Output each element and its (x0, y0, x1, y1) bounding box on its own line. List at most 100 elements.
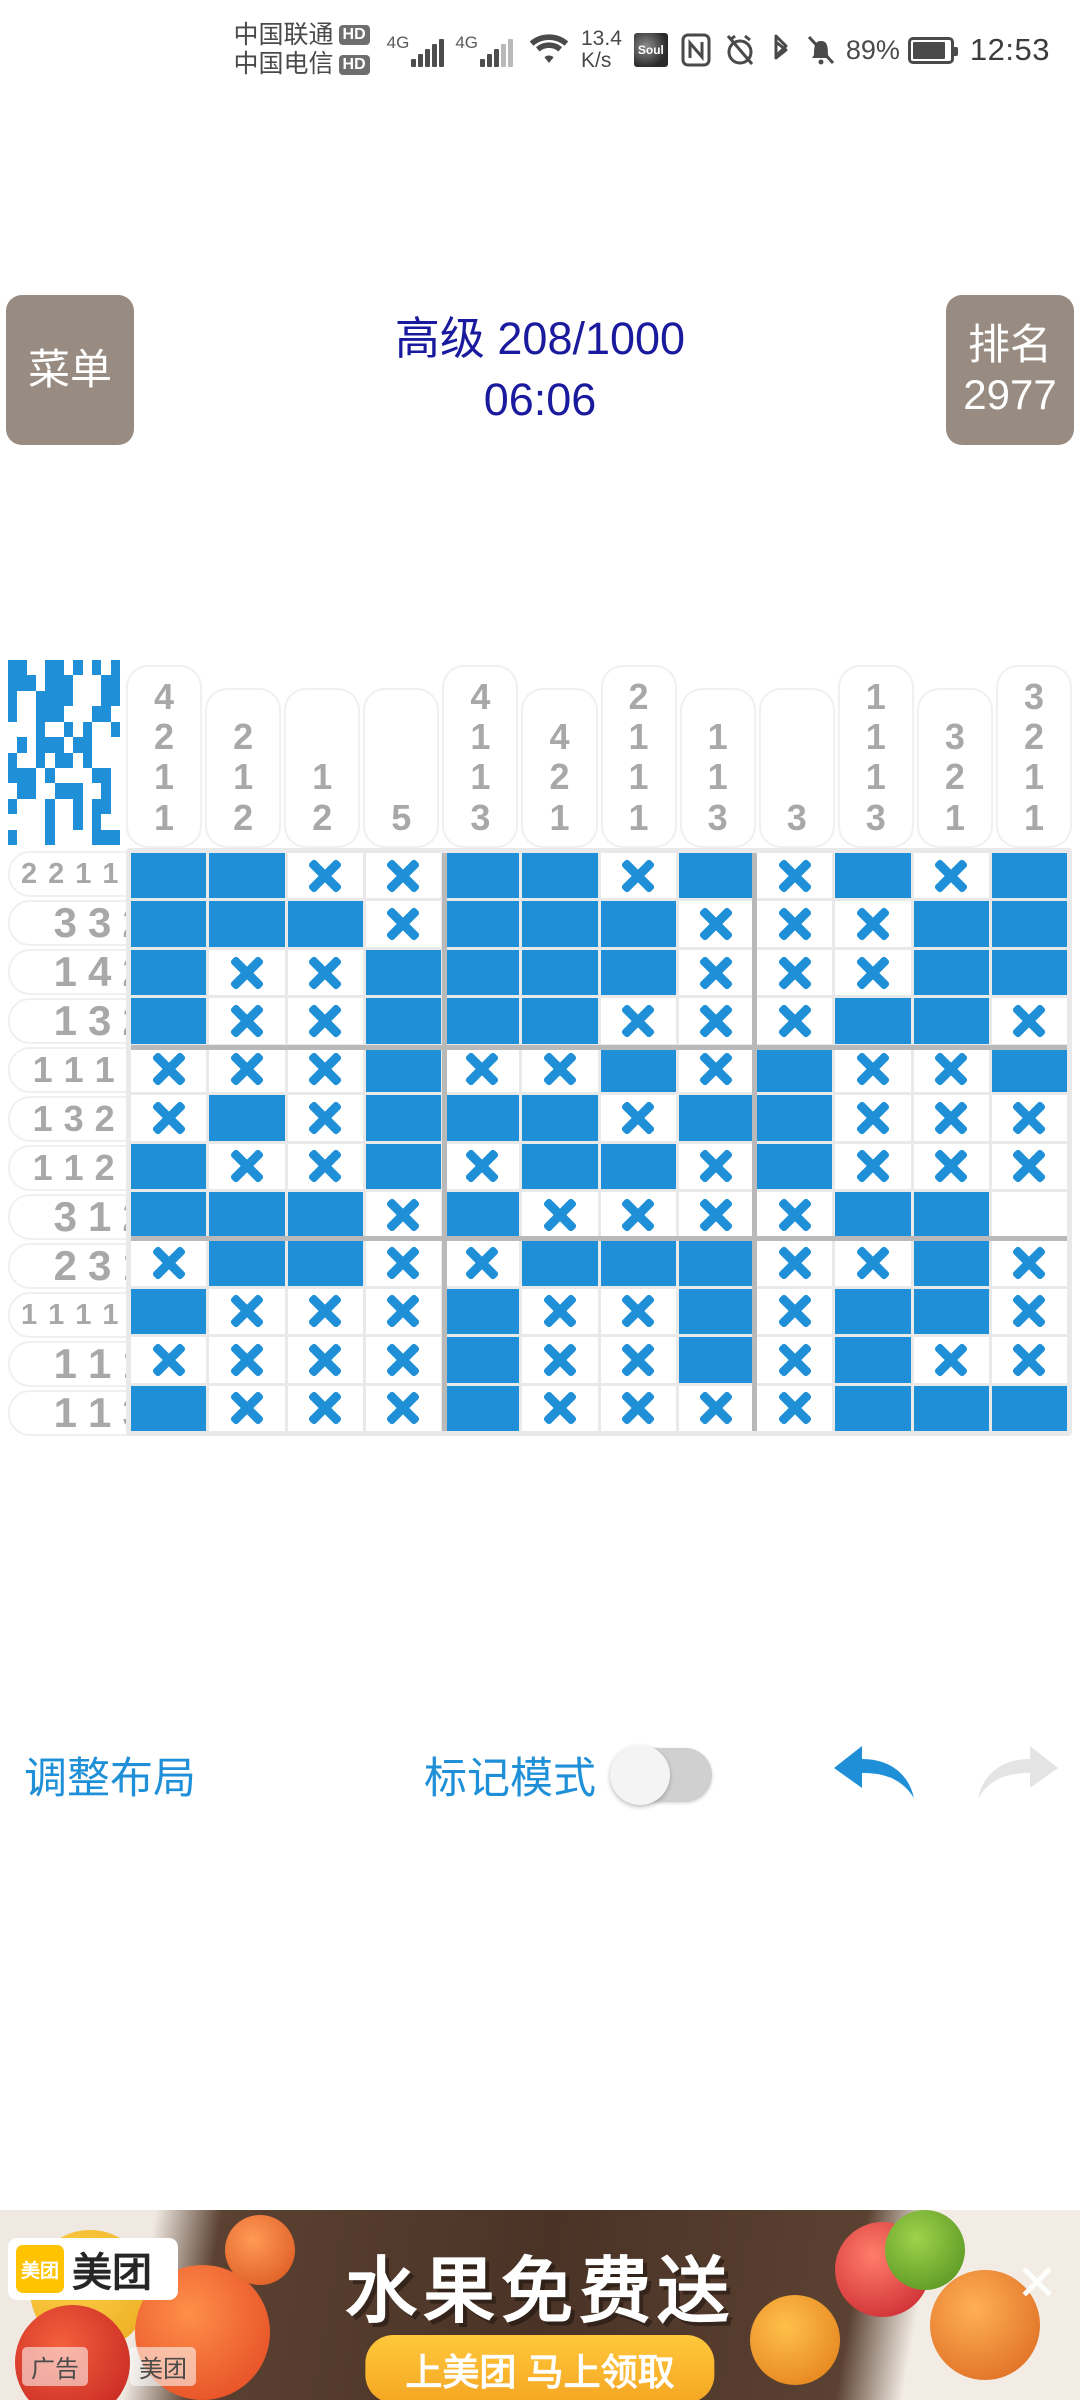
grid-cell[interactable] (835, 1191, 911, 1238)
grid-cell[interactable] (365, 1143, 441, 1189)
mark-mode-toggle[interactable] (610, 1745, 712, 1805)
grid-cell[interactable] (913, 998, 989, 1044)
grid-cell[interactable] (131, 1095, 207, 1141)
grid-cell[interactable] (444, 901, 520, 947)
grid-cell[interactable] (678, 1046, 754, 1093)
grid-cell[interactable] (678, 901, 754, 947)
grid-cell[interactable] (365, 1095, 441, 1141)
grid-cell[interactable] (209, 1240, 285, 1286)
grid-cell[interactable] (678, 1191, 754, 1238)
grid-cell[interactable] (209, 1191, 285, 1238)
ad-banner[interactable]: 美团 美团 水果免费送 上美团 马上领取 广告 美团 ✕ (0, 2210, 1080, 2400)
grid-cell[interactable] (287, 1385, 363, 1431)
grid-cell[interactable] (835, 1046, 911, 1093)
grid-cell[interactable] (522, 1337, 598, 1383)
grid-cell[interactable] (913, 1288, 989, 1335)
grid-cell[interactable] (131, 901, 207, 947)
grid-cell[interactable] (444, 1288, 520, 1335)
grid-cell[interactable] (287, 1288, 363, 1335)
grid-cell[interactable] (444, 1240, 520, 1286)
grid-cell[interactable] (287, 1046, 363, 1093)
grid-cell[interactable] (991, 1191, 1067, 1238)
grid-cell[interactable] (365, 1288, 441, 1335)
grid-cell[interactable] (522, 1143, 598, 1189)
grid-cell[interactable] (913, 949, 989, 996)
grid-cell[interactable] (209, 1143, 285, 1189)
grid-cell[interactable] (757, 998, 833, 1044)
grid-cell[interactable] (913, 853, 989, 899)
grid-cell[interactable] (209, 1385, 285, 1431)
grid-cell[interactable] (131, 1046, 207, 1093)
grid-cell[interactable] (287, 1337, 363, 1383)
grid-cell[interactable] (209, 1288, 285, 1335)
grid-cell[interactable] (913, 1240, 989, 1286)
grid-cell[interactable] (913, 1143, 989, 1189)
grid-cell[interactable] (365, 901, 441, 947)
redo-button[interactable] (974, 1742, 1070, 1809)
grid-cell[interactable] (835, 901, 911, 947)
grid-cell[interactable] (991, 949, 1067, 996)
grid-cell[interactable] (365, 853, 441, 899)
grid-cell[interactable] (209, 949, 285, 996)
grid-cell[interactable] (913, 1191, 989, 1238)
grid-cell[interactable] (600, 1191, 676, 1238)
grid-cell[interactable] (131, 1288, 207, 1335)
grid-cell[interactable] (600, 1288, 676, 1335)
grid-cell[interactable] (522, 1385, 598, 1431)
grid-cell[interactable] (131, 1337, 207, 1383)
grid-cell[interactable] (600, 901, 676, 947)
grid-cell[interactable] (209, 853, 285, 899)
grid-cell[interactable] (913, 1046, 989, 1093)
grid-cell[interactable] (444, 853, 520, 899)
grid-cell[interactable] (913, 1337, 989, 1383)
grid-cell[interactable] (757, 1385, 833, 1431)
grid-cell[interactable] (522, 901, 598, 947)
grid-cell[interactable] (600, 1143, 676, 1189)
grid-cell[interactable] (835, 1288, 911, 1335)
grid-cell[interactable] (365, 998, 441, 1044)
grid-cell[interactable] (209, 1095, 285, 1141)
grid-cell[interactable] (835, 1385, 911, 1431)
grid-cell[interactable] (444, 1191, 520, 1238)
grid-cell[interactable] (522, 949, 598, 996)
grid-cell[interactable] (287, 853, 363, 899)
grid-cell[interactable] (209, 901, 285, 947)
grid-cell[interactable] (991, 1337, 1067, 1383)
grid-cell[interactable] (835, 1095, 911, 1141)
grid-cell[interactable] (991, 1288, 1067, 1335)
grid-cell[interactable] (131, 1240, 207, 1286)
grid-cell[interactable] (365, 1191, 441, 1238)
grid-cell[interactable] (835, 1240, 911, 1286)
grid-cell[interactable] (600, 1240, 676, 1286)
grid-cell[interactable] (522, 1046, 598, 1093)
grid-cell[interactable] (678, 1288, 754, 1335)
grid-cell[interactable] (131, 998, 207, 1044)
grid-cell[interactable] (287, 1143, 363, 1189)
grid-cell[interactable] (835, 998, 911, 1044)
grid-cell[interactable] (678, 998, 754, 1044)
grid-cell[interactable] (835, 1143, 911, 1189)
grid-cell[interactable] (757, 1191, 833, 1238)
grid-cell[interactable] (757, 1095, 833, 1141)
grid-cell[interactable] (600, 998, 676, 1044)
grid-cell[interactable] (365, 1046, 441, 1093)
grid-cell[interactable] (757, 1240, 833, 1286)
grid-cell[interactable] (913, 1385, 989, 1431)
rank-button[interactable]: 排名 2977 (946, 295, 1074, 445)
grid-cell[interactable] (913, 901, 989, 947)
grid-cell[interactable] (287, 1191, 363, 1238)
grid-cell[interactable] (365, 1385, 441, 1431)
grid-cell[interactable] (757, 949, 833, 996)
grid-cell[interactable] (757, 853, 833, 899)
grid-cell[interactable] (131, 1143, 207, 1189)
grid-cell[interactable] (678, 853, 754, 899)
grid-cell[interactable] (365, 1240, 441, 1286)
undo-button[interactable] (822, 1742, 918, 1809)
grid-cell[interactable] (287, 1095, 363, 1141)
grid-cell[interactable] (444, 998, 520, 1044)
grid-cell[interactable] (131, 1385, 207, 1431)
ad-cta-button[interactable]: 上美团 马上领取 (365, 2335, 715, 2400)
grid-cell[interactable] (678, 1337, 754, 1383)
grid-cell[interactable] (678, 1385, 754, 1431)
grid-cell[interactable] (444, 1046, 520, 1093)
